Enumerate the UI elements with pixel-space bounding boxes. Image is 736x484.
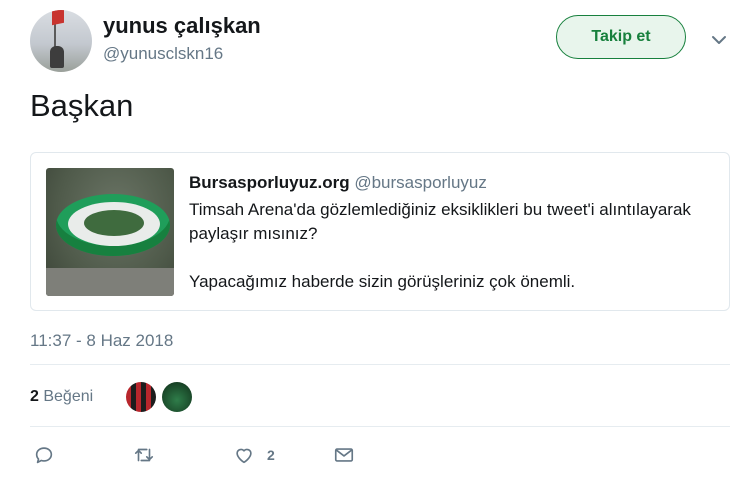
timestamp[interactable]: 11:37 - 8 Haz 2018 (30, 331, 173, 351)
avatar[interactable] (30, 10, 92, 72)
quoted-tweet-text: Timsah Arena'da gözlemlediğiniz eksiklik… (189, 198, 719, 294)
tweet-text: Başkan (30, 88, 134, 123)
divider (30, 364, 730, 365)
quoted-tweet-author: Bursasporluyuz.org @bursasporluyuz (189, 173, 487, 193)
chevron-down-icon[interactable] (709, 30, 729, 50)
reply-icon (35, 447, 53, 464)
heart-icon (236, 448, 252, 464)
likes-label: Beğeni (43, 388, 94, 405)
direct-message-button[interactable] (333, 443, 355, 467)
likes-count: 2 (30, 388, 39, 405)
reply-button[interactable] (33, 443, 55, 467)
envelope-icon (334, 448, 354, 462)
quoted-text-line: Timsah Arena'da gözlemlediğiniz eksiklik… (189, 200, 691, 243)
quoted-author-name[interactable]: Bursasporluyuz.org (189, 173, 350, 192)
follow-button[interactable]: Takip et (556, 15, 686, 59)
author-handle[interactable]: @yunusclskn16 (103, 44, 223, 64)
divider (30, 426, 730, 427)
retweet-button[interactable] (133, 443, 155, 467)
liker-avatar[interactable] (126, 382, 156, 412)
retweet-icon (134, 448, 154, 462)
quoted-text-line: Yapacağımız haberde sizin görüşleriniz ç… (189, 272, 576, 291)
quoted-tweet-image[interactable] (46, 168, 174, 296)
like-button[interactable]: 2 (233, 443, 275, 467)
like-count: 2 (267, 447, 275, 463)
author-name[interactable]: yunus çalışkan (103, 13, 261, 39)
quoted-author-handle: @bursasporluyuz (354, 173, 487, 192)
liker-avatar[interactable] (162, 382, 192, 412)
likes-summary[interactable]: 2 Beğeni (30, 388, 93, 406)
